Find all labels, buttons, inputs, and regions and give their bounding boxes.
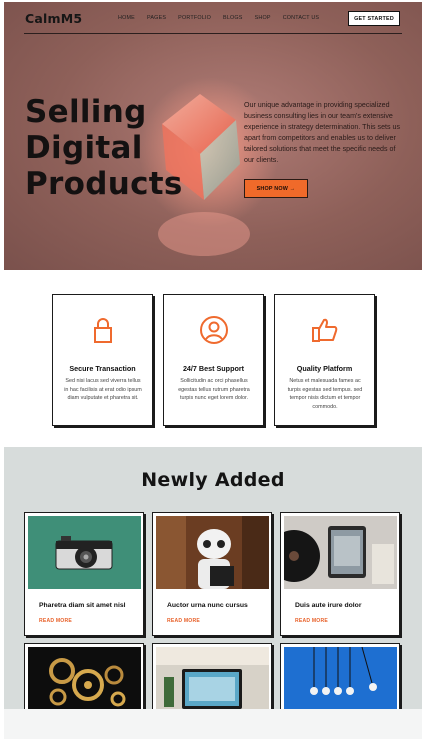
read-more-link[interactable]: READ MORE: [167, 618, 200, 624]
feature-card-secure: Secure Transaction Sed nisi lacus sed vi…: [52, 294, 153, 426]
nav-link-blogs[interactable]: BLOGS: [223, 15, 243, 21]
nav-link-home[interactable]: HOME: [118, 15, 135, 21]
newly-added-section: Newly Added Pharetra diam sit amet nisl …: [4, 447, 422, 709]
hero-title-line: Products: [25, 166, 183, 202]
product-card[interactable]: Pharetra diam sit amet nisl READ MORE: [24, 512, 144, 636]
card-title: Auctor urna nunc cursus: [167, 602, 248, 609]
nav-link-contact[interactable]: CONTACT US: [283, 15, 320, 21]
product-card[interactable]: Auctor urna nunc cursus READ MORE: [152, 512, 272, 636]
robot-photo: [156, 516, 269, 589]
read-more-link[interactable]: READ MORE: [39, 618, 72, 624]
thumbs-up-icon: [312, 318, 338, 342]
shop-now-button[interactable]: SHOP NOW →: [244, 179, 308, 198]
bulbs-photo: [284, 647, 397, 709]
feature-text: Sollicitudin ac orci phasellus egestas t…: [178, 378, 250, 401]
product-card[interactable]: [280, 643, 400, 709]
gears-photo: [28, 647, 141, 709]
nav-links: HOME PAGES PORTFOLIO BLOGS SHOP CONTACT …: [118, 15, 331, 21]
feature-title: Quality Platform: [296, 364, 353, 373]
feature-card-quality: Quality Platform Netus et malesuada fame…: [274, 294, 375, 426]
product-card[interactable]: [24, 643, 144, 709]
feature-text: Netus et malesuada fames ac turpis egest…: [287, 378, 363, 410]
nav-divider: [24, 33, 402, 34]
read-more-link[interactable]: READ MORE: [295, 618, 328, 624]
feature-title: 24/7 Best Support: [182, 364, 245, 373]
get-started-button[interactable]: GET STARTED: [348, 11, 400, 26]
feature-text: Sed nisi lacus sed viverra tellus in hac…: [64, 378, 142, 401]
section-title: Newly Added: [141, 469, 285, 491]
support-icon: [200, 316, 228, 344]
hero-title-line: Selling: [25, 94, 147, 130]
card-title: Duis aute irure dolor: [295, 602, 362, 609]
hero-title-line: Digital: [25, 130, 143, 166]
nav-link-pages[interactable]: PAGES: [147, 15, 166, 21]
top-nav: CalmM5 HOME PAGES PORTFOLIO BLOGS SHOP C…: [4, 2, 422, 34]
brand-logo[interactable]: CalmM5: [25, 11, 82, 26]
product-card[interactable]: Duis aute irure dolor READ MORE: [280, 512, 400, 636]
hero-section: CalmM5 HOME PAGES PORTFOLIO BLOGS SHOP C…: [4, 2, 422, 270]
product-card[interactable]: [152, 643, 272, 709]
nav-link-shop[interactable]: SHOP: [255, 15, 271, 21]
card-title: Pharetra diam sit amet nisl: [39, 602, 126, 609]
feature-title: Secure Transaction: [69, 364, 136, 373]
hero-description: Our unique advantage in providing specia…: [244, 101, 401, 164]
lock-icon: [94, 318, 112, 343]
feature-card-support: 24/7 Best Support Sollicitudin ac orci p…: [163, 294, 264, 426]
tablet-photo: [284, 516, 397, 589]
nav-link-portfolio[interactable]: PORTFOLIO: [178, 15, 211, 21]
camera-photo: [28, 516, 141, 589]
hero-title: Selling Digital Products: [25, 94, 215, 202]
page-footer-strip: [4, 709, 422, 739]
laptop-photo: [156, 647, 269, 709]
